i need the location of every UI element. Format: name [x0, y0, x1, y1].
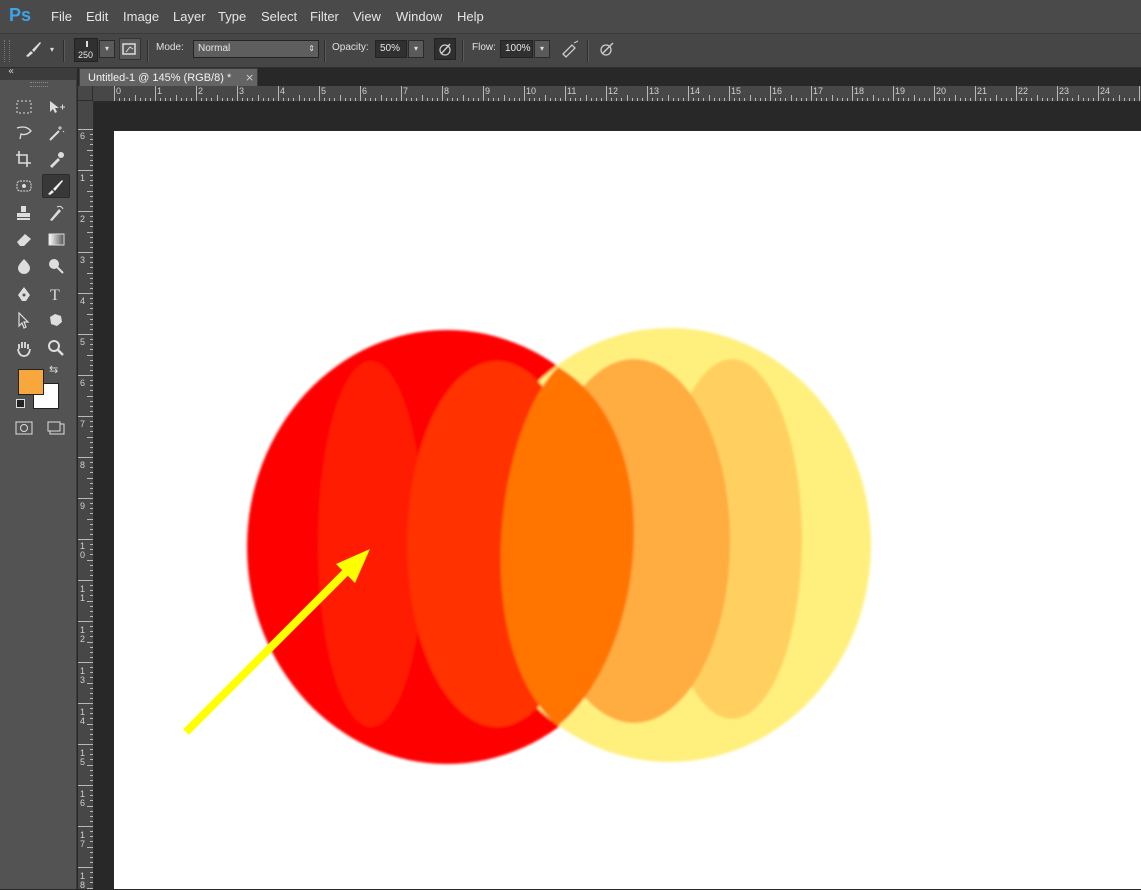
document-tab[interactable]: Untitled-1 @ 145% (RGB/8) * × [79, 68, 258, 87]
crop-icon[interactable] [12, 148, 36, 170]
ruler-label: 18 [80, 871, 86, 890]
brush-tool-preset-icon[interactable] [22, 38, 44, 60]
tools-grip [30, 82, 48, 87]
flow-label: Flow: [472, 42, 496, 53]
options-grip [4, 40, 10, 62]
screen-mode-icon[interactable] [44, 417, 68, 439]
flow-dropdown[interactable]: ▾ [534, 40, 550, 58]
blur-icon[interactable] [12, 255, 36, 277]
ruler-label: 15 [80, 748, 86, 767]
ruler-label: 16 [80, 789, 86, 808]
hand-icon[interactable] [12, 337, 36, 359]
ruler-label: 7 [80, 419, 86, 429]
ruler-label: 6 [80, 131, 86, 141]
tools-panel-header: « [0, 66, 76, 80]
ruler-vertical[interactable]: 6 1 2 3 4 5 6 7 8 9 10 11 12 13 14 15 16… [78, 101, 94, 890]
mode-value: Normal [198, 43, 231, 54]
rectangular-marquee-icon[interactable] [12, 96, 36, 118]
menu-select[interactable]: Select [261, 9, 297, 24]
brush-panel-toggle[interactable] [119, 38, 141, 60]
ruler-label: 11 [80, 584, 86, 603]
airbrush-icon[interactable] [559, 38, 581, 60]
swap-colors-icon[interactable]: ⇆ [49, 363, 58, 376]
healing-brush-icon[interactable] [12, 175, 36, 197]
ruler-label: 9 [80, 501, 86, 511]
mode-select[interactable]: Normal ⇕ [193, 40, 319, 58]
ruler-label: 2 [80, 214, 86, 224]
svg-text:T: T [50, 287, 60, 303]
ruler-label: 10 [80, 541, 86, 560]
gradient-icon[interactable] [44, 228, 68, 250]
menu-layer[interactable]: Layer [173, 9, 206, 24]
ruler-horizontal[interactable]: 0 1 2 3 4 5 6 7 8 9 10 11 12 13 14 15 16… [93, 86, 1141, 102]
pressure-opacity-icon[interactable] [434, 38, 456, 60]
clone-stamp-icon[interactable] [12, 202, 36, 224]
flow-input[interactable]: 100% [500, 40, 533, 58]
move-icon[interactable] [44, 96, 68, 118]
quick-mask-icon[interactable] [12, 417, 36, 439]
magic-wand-icon[interactable] [44, 122, 68, 144]
ruler-horizontal-ticks [114, 86, 1140, 101]
opacity-input[interactable]: 50% [375, 40, 407, 58]
mode-select-arrows-icon: ⇕ [308, 44, 315, 53]
ruler-label: 14 [80, 707, 86, 726]
tool-preset-dropdown-icon[interactable]: ▾ [50, 45, 54, 54]
zoom-icon[interactable] [44, 337, 68, 359]
close-tab-icon[interactable]: × [245, 71, 254, 84]
type-icon[interactable]: T [44, 283, 68, 305]
pressure-size-icon[interactable] [596, 38, 618, 60]
ruler-label: 1 [80, 173, 86, 183]
history-brush-icon[interactable] [44, 202, 68, 224]
pen-icon[interactable] [12, 283, 36, 305]
ruler-label: 12 [80, 625, 86, 644]
menu-file[interactable]: File [51, 9, 72, 24]
path-selection-icon[interactable] [12, 309, 36, 331]
opacity-label: Opacity: [332, 42, 369, 53]
brush-icon[interactable] [42, 174, 70, 198]
menu-filter[interactable]: Filter [310, 9, 339, 24]
brush-size-preview[interactable]: 250 [74, 38, 98, 62]
eyedropper-icon[interactable] [44, 148, 68, 170]
foreground-color-swatch[interactable] [18, 369, 44, 395]
collapse-panel-icon[interactable]: « [8, 66, 14, 77]
menu-image[interactable]: Image [123, 9, 159, 24]
default-colors-icon[interactable] [16, 399, 25, 408]
ruler-label: 4 [80, 296, 86, 306]
lasso-icon[interactable] [12, 122, 36, 144]
menu-bar: Ps File Edit Image Layer Type Select Fil… [0, 0, 1141, 34]
ruler-label: 8 [80, 460, 86, 470]
brush-size-value: 250 [78, 50, 94, 60]
ruler-label: 13 [80, 666, 86, 685]
menu-edit[interactable]: Edit [86, 9, 108, 24]
ruler-label: 17 [80, 830, 86, 849]
eraser-icon[interactable] [12, 228, 36, 250]
document-canvas[interactable] [114, 131, 1141, 889]
brush-preset-dropdown[interactable]: ▾ [99, 40, 115, 58]
ruler-corner[interactable] [78, 86, 93, 101]
flow-value: 100% [505, 43, 531, 54]
document-tab-title: Untitled-1 @ 145% (RGB/8) * [88, 72, 232, 84]
canvas-artwork [183, 328, 871, 764]
ruler-label: 3 [80, 255, 86, 265]
options-bar: ▾ 250 ▾ Mode: Normal ⇕ Opacity: 50% ▾ Fl… [0, 34, 1141, 68]
menu-window[interactable]: Window [396, 9, 442, 24]
ruler-label: 6 [80, 378, 86, 388]
opacity-dropdown[interactable]: ▾ [408, 40, 424, 58]
opacity-value: 50% [380, 43, 401, 54]
app-logo: Ps [9, 5, 32, 25]
dodge-icon[interactable] [44, 255, 68, 277]
ruler-label: 5 [80, 337, 86, 347]
shape-icon[interactable] [44, 309, 68, 331]
menu-help[interactable]: Help [457, 9, 484, 24]
tools-panel: « T ⇆ [0, 66, 77, 889]
mode-label: Mode: [156, 42, 184, 53]
menu-type[interactable]: Type [218, 9, 246, 24]
menu-view[interactable]: View [353, 9, 381, 24]
